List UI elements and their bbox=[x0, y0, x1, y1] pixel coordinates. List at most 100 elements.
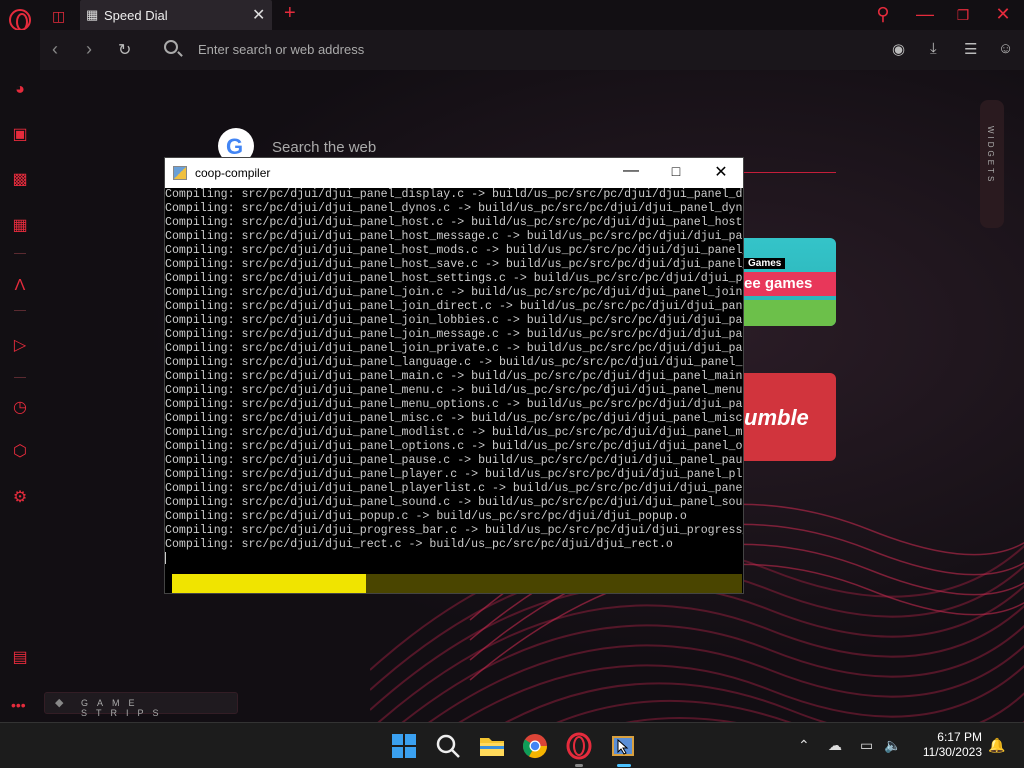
taskbar: ⌃ ☁ ▭ 🔈 6:17 PM 11/30/2023 🔔 bbox=[0, 722, 1024, 768]
show-hidden-icons-chevron-icon[interactable]: ⌃ bbox=[798, 737, 810, 754]
console-line: Compiling: src/pc/djui/djui_panel_player… bbox=[165, 468, 743, 481]
address-bar-row: ‹ › ↻ Enter search or web address ◉ ⤓ ☰ … bbox=[40, 30, 1024, 70]
sidebar: ◕ ▣ ▩ ▦ Λ ▷ ◷ ⬡ ⚙ ▤ bbox=[0, 30, 40, 722]
console-line: Compiling: src/pc/djui/djui_panel_modlis… bbox=[165, 426, 743, 439]
game-strips-icon: ◆ bbox=[55, 697, 64, 709]
opera-menu-icon[interactable] bbox=[9, 9, 31, 31]
widgets-label: WIDGETS bbox=[986, 126, 995, 185]
restore-icon[interactable]: ❐ bbox=[948, 7, 978, 24]
tile-grass bbox=[744, 300, 836, 326]
easy-setup-icon[interactable]: ☰ bbox=[964, 40, 977, 58]
game-strips-button[interactable]: ◆ GAME STRIPS bbox=[44, 692, 238, 718]
tab-speed-dial[interactable]: ▦ Speed Dial ✕ bbox=[80, 0, 272, 30]
profile-icon[interactable]: ☺ bbox=[998, 40, 1013, 57]
console-window[interactable]: coop-compiler — □ ✕ Compiling: src/pc/dj… bbox=[164, 157, 744, 594]
new-tab-icon[interactable]: + bbox=[284, 2, 296, 25]
gamepad-icon[interactable]: ◫ bbox=[52, 8, 65, 25]
opera-running-indicator bbox=[575, 764, 583, 767]
console-line: Compiling: src/pc/djui/djui_panel_join_l… bbox=[165, 314, 743, 327]
console-close-icon[interactable]: ✕ bbox=[706, 162, 736, 182]
address-input[interactable]: Enter search or web address bbox=[198, 42, 364, 57]
tab-bar: ◫ ▦ Speed Dial ✕ + ⚲ — ❐ ✕ bbox=[0, 0, 1024, 31]
tile-games-label: Games bbox=[744, 258, 786, 269]
coop-compiler-taskbar-icon[interactable] bbox=[609, 732, 637, 760]
extensions-icon[interactable]: ⬡ bbox=[10, 442, 30, 462]
console-line: Compiling: src/pc/djui/djui_panel_join_d… bbox=[165, 300, 743, 313]
tile-free-games-banner: ee games bbox=[744, 272, 836, 296]
game-strips-label: GAME STRIPS bbox=[81, 698, 168, 718]
console-line: Compiling: src/pc/djui/djui_panel_option… bbox=[165, 440, 743, 453]
gx-corner-icon[interactable]: ▣ bbox=[10, 125, 30, 145]
gx-control-icon[interactable]: ◕ bbox=[10, 80, 30, 100]
console-cursor bbox=[165, 552, 166, 564]
speed-dial-tile-games[interactable]: Games ee games bbox=[744, 238, 836, 326]
console-line: Compiling: src/pc/djui/djui_panel_join_p… bbox=[165, 342, 743, 355]
console-line: Compiling: src/pc/djui/djui_progress_bar… bbox=[165, 524, 743, 537]
download-icon[interactable]: ⤓ bbox=[930, 40, 937, 57]
tab-close-icon[interactable]: ✕ bbox=[252, 5, 265, 25]
console-line: Compiling: src/pc/djui/djui_panel_host_s… bbox=[165, 272, 743, 285]
reload-icon[interactable]: ↻ bbox=[118, 40, 131, 60]
more-icon[interactable]: ••• bbox=[11, 697, 26, 713]
onedrive-icon[interactable]: ☁ bbox=[828, 737, 842, 754]
tab-title: Speed Dial bbox=[104, 8, 168, 23]
console-line: Compiling: src/pc/djui/djui_panel_dynos.… bbox=[165, 202, 743, 215]
console-title: coop-compiler bbox=[195, 166, 271, 180]
console-line: Compiling: src/pc/djui/djui_panel_join_m… bbox=[165, 328, 743, 341]
minimize-icon[interactable]: — bbox=[910, 4, 940, 25]
compile-progress-fill bbox=[172, 574, 366, 593]
search-web-label[interactable]: Search the web bbox=[272, 139, 376, 156]
speed-dial-grid-icon: ▦ bbox=[86, 7, 99, 22]
console-maximize-icon[interactable]: □ bbox=[661, 163, 691, 179]
windows-start-icon[interactable] bbox=[390, 732, 418, 760]
sidebar-divider bbox=[14, 253, 26, 254]
console-line: Compiling: src/pc/djui/djui_panel_host_m… bbox=[165, 244, 743, 257]
forward-icon[interactable]: › bbox=[86, 39, 92, 60]
console-line: Compiling: src/pc/djui/djui_panel_menu.c… bbox=[165, 384, 743, 397]
console-titlebar[interactable]: coop-compiler — □ ✕ bbox=[165, 158, 743, 188]
console-line: Compiling: src/pc/djui/djui_panel_host_m… bbox=[165, 230, 743, 243]
widgets-tab[interactable]: WIDGETS bbox=[980, 100, 1004, 228]
sidebar-divider bbox=[14, 310, 26, 311]
aria-icon[interactable]: Λ bbox=[10, 276, 30, 296]
tile-humble-label: umble bbox=[744, 405, 809, 430]
clock[interactable]: 6:17 PM 11/30/2023 bbox=[912, 730, 982, 760]
history-icon[interactable]: ◷ bbox=[10, 398, 30, 418]
cpu-icon[interactable]: ▦ bbox=[10, 216, 30, 236]
console-output: Compiling: src/pc/djui/djui_panel_displa… bbox=[165, 188, 743, 568]
console-line: Compiling: src/pc/djui/djui_panel_host.c… bbox=[165, 216, 743, 229]
console-line: Compiling: src/pc/djui/djui_panel_misc.c… bbox=[165, 412, 743, 425]
console-line: Compiling: src/pc/djui/djui_rect.c -> bu… bbox=[165, 538, 673, 551]
console-line: Compiling: src/pc/djui/djui_panel_host_s… bbox=[165, 258, 743, 271]
settings-gear-icon[interactable]: ⚙ bbox=[10, 488, 30, 508]
wallpaper-icon[interactable]: ▤ bbox=[10, 648, 30, 668]
console-line: Compiling: src/pc/djui/djui_panel_displa… bbox=[165, 188, 743, 201]
search-icon bbox=[164, 40, 178, 54]
twitch-icon[interactable]: ▩ bbox=[10, 170, 30, 190]
console-line: Compiling: src/pc/djui/djui_panel_sound.… bbox=[165, 496, 743, 509]
file-explorer-icon[interactable] bbox=[478, 732, 506, 760]
compiler-active-indicator bbox=[617, 764, 631, 767]
console-line: Compiling: src/pc/djui/djui_panel_pause.… bbox=[165, 454, 743, 467]
opera-gx-icon[interactable] bbox=[565, 732, 593, 760]
console-line: Compiling: src/pc/djui/djui_panel_langua… bbox=[165, 356, 743, 369]
player-icon[interactable]: ▷ bbox=[10, 336, 30, 356]
console-line: Compiling: src/pc/djui/djui_panel_player… bbox=[165, 482, 743, 495]
volume-icon[interactable]: 🔈 bbox=[884, 737, 901, 754]
console-minimize-icon[interactable]: — bbox=[616, 162, 646, 180]
camera-icon[interactable]: ◉ bbox=[892, 40, 905, 58]
notification-bell-icon[interactable]: 🔔 bbox=[988, 737, 1005, 754]
search-tabs-icon[interactable]: ⚲ bbox=[868, 4, 898, 25]
sidebar-divider bbox=[14, 377, 26, 378]
console-line: Compiling: src/pc/djui/djui_panel_menu_o… bbox=[165, 398, 743, 411]
speed-dial-tile-humble[interactable]: umble bbox=[744, 373, 836, 461]
clock-date: 11/30/2023 bbox=[922, 745, 982, 759]
chrome-icon[interactable] bbox=[521, 732, 549, 760]
network-icon[interactable]: ▭ bbox=[860, 737, 873, 754]
tile-free-games-label: ee games bbox=[744, 275, 813, 292]
console-line: Compiling: src/pc/djui/djui_popup.c -> b… bbox=[165, 510, 687, 523]
back-icon[interactable]: ‹ bbox=[52, 39, 58, 60]
search-taskbar-icon[interactable] bbox=[434, 732, 462, 760]
close-icon[interactable]: ✕ bbox=[988, 4, 1018, 25]
console-line: Compiling: src/pc/djui/djui_panel_main.c… bbox=[165, 370, 743, 383]
